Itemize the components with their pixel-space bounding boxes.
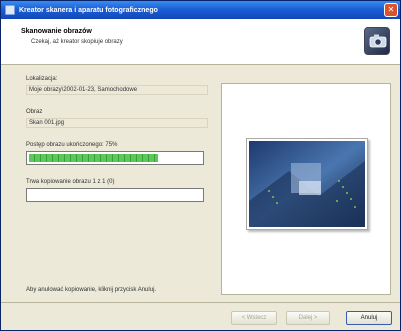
page-subtitle: Czekaj, aż kreator skopiuje obrazy bbox=[31, 39, 123, 45]
location-label: Lokalizacja: bbox=[26, 76, 58, 82]
copy-progress-fill bbox=[29, 154, 158, 162]
copy-progress-bar bbox=[26, 151, 204, 165]
image-preview-pane bbox=[221, 83, 391, 295]
scanner-wizard-window: Kreator skanera i aparatu fotograficzneg… bbox=[0, 0, 401, 331]
window-title: Kreator skanera i aparatu fotograficzneg… bbox=[19, 6, 158, 14]
image-label: Obraz bbox=[26, 109, 43, 115]
image-field: Skan 001.jpg bbox=[26, 118, 208, 128]
progress-panel: Lokalizacja: Moje obrazy\2002-01-23, Sam… bbox=[26, 76, 208, 293]
overall-progress-label: Trwa kopiowanie obrazu 1 z 1 (0) bbox=[26, 179, 115, 185]
page-title: Skanowanie obrazów bbox=[21, 28, 92, 35]
scanner-app-icon bbox=[5, 5, 15, 15]
copy-progress-label: Postęp obrazu ukończonego: 75% bbox=[26, 142, 118, 148]
footer-divider bbox=[1, 302, 400, 303]
scanned-image-thumbnail bbox=[246, 138, 368, 230]
back-button[interactable]: < Wstecz bbox=[231, 311, 277, 325]
overall-progress-bar bbox=[26, 188, 204, 202]
title-bar: Kreator skanera i aparatu fotograficzneg… bbox=[1, 1, 400, 19]
location-field: Moje obrazy\2002-01-23, Samochodowe bbox=[26, 85, 208, 95]
close-button[interactable]: ✕ bbox=[384, 3, 398, 17]
cancel-button[interactable]: Anuluj bbox=[346, 311, 392, 325]
camera-icon bbox=[364, 27, 390, 55]
cancel-hint: Aby anulować kopiowanie, kliknij przycis… bbox=[26, 287, 157, 293]
wizard-header: Skanowanie obrazów Czekaj, aż kreator sk… bbox=[1, 19, 400, 65]
next-button[interactable]: Dalej > bbox=[286, 311, 330, 325]
